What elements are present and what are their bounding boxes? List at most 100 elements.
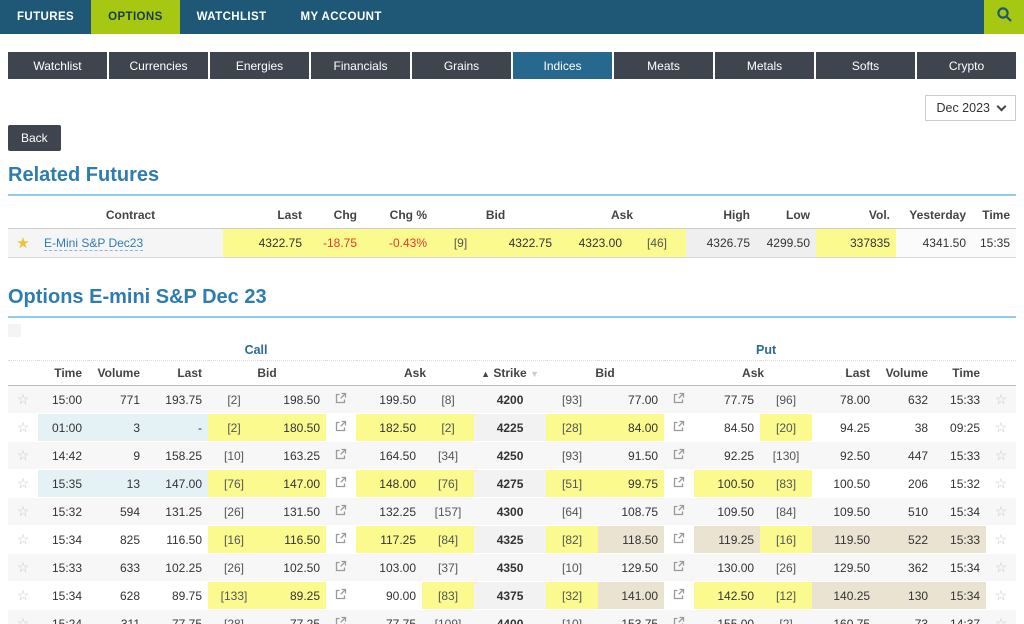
nav-item-my-account[interactable]: MY ACCOUNT bbox=[284, 0, 399, 34]
tab-watchlist[interactable]: Watchlist bbox=[8, 52, 107, 79]
favorite-star-icon[interactable]: ☆ bbox=[995, 559, 1008, 575]
nav-item-watchlist[interactable]: WATCHLIST bbox=[180, 0, 284, 34]
put-trade-link-icon[interactable] bbox=[664, 554, 694, 582]
sort-desc-icon[interactable]: ▼ bbox=[530, 369, 539, 379]
tab-crypto[interactable]: Crypto bbox=[917, 52, 1016, 79]
header-vol: Vol. bbox=[816, 202, 896, 229]
back-button[interactable]: Back bbox=[8, 125, 61, 151]
put-bid-cell: 153.75 bbox=[598, 610, 664, 624]
favorite-star-icon[interactable]: ☆ bbox=[995, 615, 1008, 624]
call-ask-size-cell: [2] bbox=[422, 414, 474, 442]
header-call-last[interactable]: Last bbox=[146, 361, 208, 386]
tab-financials[interactable]: Financials bbox=[311, 52, 410, 79]
put-trade-link-icon[interactable] bbox=[664, 414, 694, 442]
call-bid-cell: 163.25 bbox=[260, 442, 326, 470]
header-put-time[interactable]: Time bbox=[934, 361, 986, 386]
header-high: High bbox=[686, 202, 756, 229]
tab-metals[interactable]: Metals bbox=[715, 52, 814, 79]
tab-meats[interactable]: Meats bbox=[614, 52, 713, 79]
call-bid-cell: 89.25 bbox=[260, 582, 326, 610]
header-strike[interactable]: ▲ Strike ▼ bbox=[474, 361, 546, 386]
nav-item-options[interactable]: OPTIONS bbox=[91, 0, 180, 34]
tab-grains[interactable]: Grains bbox=[412, 52, 511, 79]
selector-row: Dec 2023 bbox=[8, 95, 1016, 121]
favorite-star-icon[interactable]: ☆ bbox=[995, 503, 1008, 519]
header-put-last[interactable]: Last bbox=[812, 361, 876, 386]
put-trade-link-icon[interactable] bbox=[664, 526, 694, 554]
contract-month-dropdown[interactable]: Dec 2023 bbox=[925, 95, 1016, 121]
call-trade-link-icon[interactable] bbox=[326, 470, 356, 498]
favorite-star-icon[interactable]: ☆ bbox=[995, 447, 1008, 463]
header-call-bid[interactable]: Bid bbox=[208, 361, 326, 386]
high-cell: 4326.75 bbox=[686, 229, 756, 258]
favorite-star-icon[interactable]: ☆ bbox=[995, 475, 1008, 491]
bid-size-cell: [9] bbox=[433, 229, 488, 258]
call-time-cell: 15:34 bbox=[38, 582, 88, 610]
call-trade-link-icon[interactable] bbox=[326, 414, 356, 442]
header-put-bid[interactable]: Bid bbox=[546, 361, 664, 386]
header-call-time[interactable]: Time bbox=[38, 361, 88, 386]
tab-softs[interactable]: Softs bbox=[816, 52, 915, 79]
put-trade-link-icon[interactable] bbox=[664, 386, 694, 414]
call-trade-link-icon[interactable] bbox=[326, 442, 356, 470]
call-bid-size-cell: [76] bbox=[208, 470, 260, 498]
header-call-ask[interactable]: Ask bbox=[356, 361, 474, 386]
favorite-star-icon[interactable]: ☆ bbox=[995, 587, 1008, 603]
call-trade-link-icon[interactable] bbox=[326, 498, 356, 526]
strike-cell: 4300 bbox=[474, 498, 546, 526]
tab-indices[interactable]: Indices bbox=[513, 52, 612, 79]
header-put-ask[interactable]: Ask bbox=[694, 361, 812, 386]
option-row: ☆14:429158.25[10]163.25164.50[34]4250[93… bbox=[8, 442, 1016, 470]
nav-item-futures[interactable]: FUTURES bbox=[0, 0, 91, 34]
tab-energies[interactable]: Energies bbox=[210, 52, 309, 79]
favorite-star-icon[interactable]: ☆ bbox=[17, 475, 30, 491]
contract-link[interactable]: E-Mini S&P Dec23 bbox=[44, 236, 143, 251]
favorite-star-icon[interactable]: ☆ bbox=[995, 391, 1008, 407]
favorite-star-icon[interactable]: ☆ bbox=[995, 419, 1008, 435]
option-row: ☆01:003-[2]180.50182.50[2]4225[28]84.008… bbox=[8, 414, 1016, 442]
call-trade-link-icon[interactable] bbox=[326, 610, 356, 624]
put-bid-size-cell: [64] bbox=[546, 498, 598, 526]
put-trade-link-icon[interactable] bbox=[664, 470, 694, 498]
favorite-star-icon[interactable]: ☆ bbox=[17, 531, 30, 547]
call-last-cell: 131.25 bbox=[146, 498, 208, 526]
low-cell: 4299.50 bbox=[756, 229, 816, 258]
call-bid-size-cell: [133] bbox=[208, 582, 260, 610]
put-last-cell: 100.50 bbox=[812, 470, 876, 498]
favorite-star-icon[interactable]: ☆ bbox=[995, 531, 1008, 547]
header-put-volume[interactable]: Volume bbox=[876, 361, 934, 386]
put-trade-link-icon[interactable] bbox=[664, 610, 694, 624]
favorite-star-icon[interactable]: ★ bbox=[16, 235, 29, 252]
call-ask-size-cell: [84] bbox=[422, 526, 474, 554]
call-put-header-row: Call Put bbox=[8, 339, 1016, 361]
strike-cell: 4275 bbox=[474, 470, 546, 498]
tab-currencies[interactable]: Currencies bbox=[109, 52, 208, 79]
favorite-star-icon[interactable]: ☆ bbox=[17, 559, 30, 575]
related-futures-row: ★ E-Mini S&P Dec23 4322.75 -18.75 -0.43%… bbox=[8, 229, 1016, 258]
put-bid-cell: 91.50 bbox=[598, 442, 664, 470]
put-last-cell: 160.75 bbox=[812, 610, 876, 624]
call-trade-link-icon[interactable] bbox=[326, 386, 356, 414]
put-trade-link-icon[interactable] bbox=[664, 498, 694, 526]
call-bid-size-cell: [28] bbox=[208, 610, 260, 624]
search-button[interactable] bbox=[984, 0, 1024, 34]
put-trade-link-icon[interactable] bbox=[664, 582, 694, 610]
put-trade-link-icon[interactable] bbox=[664, 442, 694, 470]
favorite-star-icon[interactable]: ☆ bbox=[17, 587, 30, 603]
favorite-star-icon[interactable]: ☆ bbox=[17, 391, 30, 407]
call-trade-link-icon[interactable] bbox=[326, 526, 356, 554]
put-volume-cell: 362 bbox=[876, 554, 934, 582]
call-trade-link-icon[interactable] bbox=[326, 554, 356, 582]
favorite-star-icon[interactable]: ☆ bbox=[17, 447, 30, 463]
call-ask-size-cell: [8] bbox=[422, 386, 474, 414]
favorite-star-icon[interactable]: ☆ bbox=[17, 615, 30, 624]
sort-asc-icon[interactable]: ▲ bbox=[481, 369, 490, 379]
put-last-cell: 78.00 bbox=[812, 386, 876, 414]
call-trade-link-icon[interactable] bbox=[326, 582, 356, 610]
call-volume-cell: 311 bbox=[88, 610, 146, 624]
favorite-star-icon[interactable]: ☆ bbox=[17, 419, 30, 435]
header-call-volume[interactable]: Volume bbox=[88, 361, 146, 386]
call-bid-size-cell: [10] bbox=[208, 442, 260, 470]
favorite-star-icon[interactable]: ☆ bbox=[17, 503, 30, 519]
put-last-cell: 94.25 bbox=[812, 414, 876, 442]
